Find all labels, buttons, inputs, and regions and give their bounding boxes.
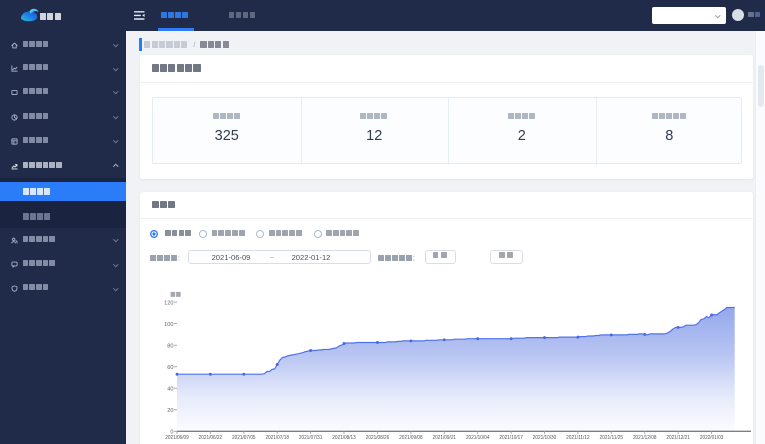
svg-text:2021/12/21: 2021/12/21 [666,435,690,441]
svg-text:2021/06/22: 2021/06/22 [199,435,223,441]
svg-text:2021/10/30: 2021/10/30 [533,435,557,441]
svg-text:40: 40 [167,386,173,392]
svg-text:2021/07/18: 2021/07/18 [265,435,289,441]
svg-text:20: 20 [167,408,173,414]
svg-text:2021/11/25: 2021/11/25 [600,435,624,441]
svg-text:2021/06/09: 2021/06/09 [165,435,189,441]
svg-text:60: 60 [167,365,173,371]
svg-text:2021/07/31: 2021/07/31 [299,435,323,441]
svg-text:2021/10/04: 2021/10/04 [466,435,490,441]
svg-text:2021/07/05: 2021/07/05 [232,435,256,441]
svg-text:2021/10/17: 2021/10/17 [499,435,523,441]
svg-text:2021/12/08: 2021/12/08 [633,435,657,441]
svg-text:120: 120 [164,300,173,306]
svg-text:2021/09/08: 2021/09/08 [399,435,423,441]
svg-text:80: 80 [167,343,173,349]
svg-text:2021/09/21: 2021/09/21 [433,435,457,441]
svg-text:2021/08/13: 2021/08/13 [332,435,356,441]
svg-text:100: 100 [164,322,173,328]
svg-text:2021/11/12: 2021/11/12 [566,435,590,441]
svg-text:2021/08/26: 2021/08/26 [366,435,390,441]
svg-text:2022/01/03: 2022/01/03 [700,435,724,441]
svg-text:0: 0 [170,430,173,436]
